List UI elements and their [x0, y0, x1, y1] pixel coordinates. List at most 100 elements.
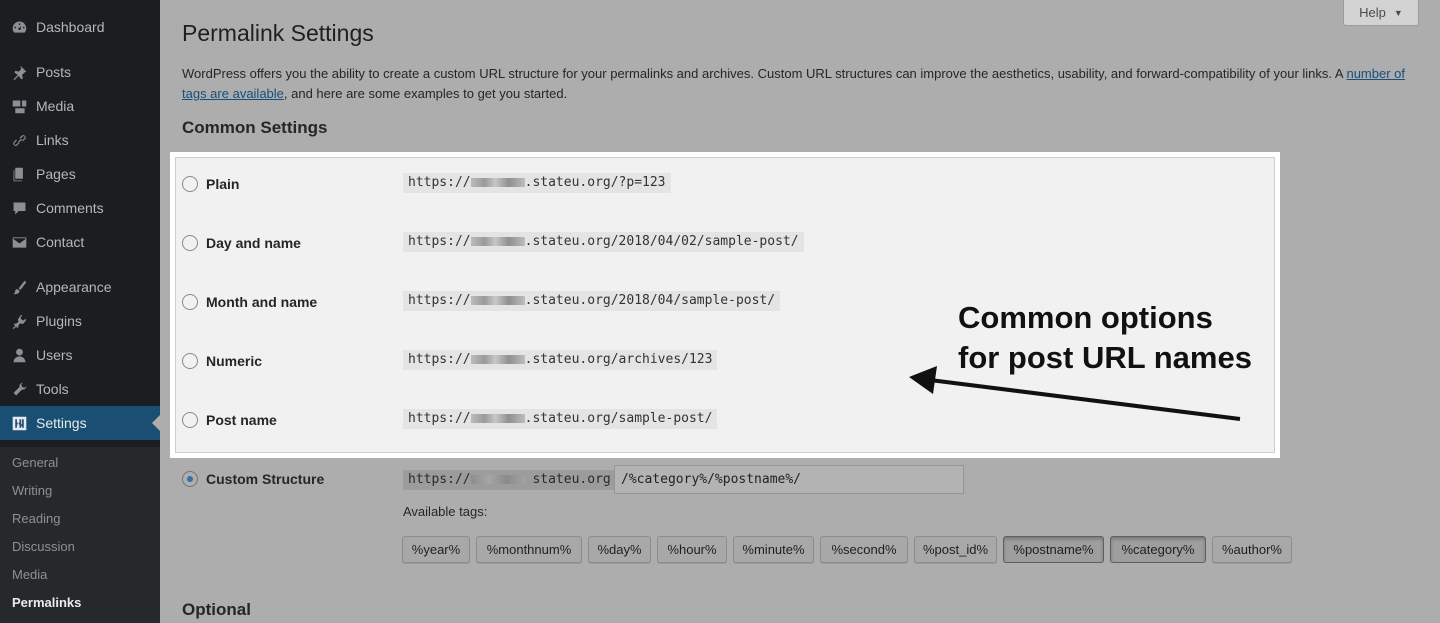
help-button[interactable]: Help ▼: [1343, 0, 1419, 26]
menu-label: Pages: [36, 166, 76, 182]
tag-button-monthnum[interactable]: %monthnum%: [476, 536, 582, 563]
menu-item-contact[interactable]: Contact: [0, 225, 160, 259]
tag-button-year[interactable]: %year%: [402, 536, 470, 563]
settings-icon: [9, 413, 29, 433]
menu-item-comments[interactable]: Comments: [0, 191, 160, 225]
menu-item-pages[interactable]: Pages: [0, 157, 160, 191]
radio-plain[interactable]: [182, 176, 198, 192]
page-icon: [9, 164, 29, 184]
submenu-discussion[interactable]: Discussion: [12, 539, 75, 554]
menu-item-dashboard[interactable]: Dashboard: [0, 10, 160, 44]
option-label-custom-structure: Custom Structure: [206, 471, 325, 487]
optional-heading: Optional: [182, 600, 251, 619]
submenu-writing[interactable]: Writing: [12, 483, 52, 498]
dashboard-icon: [9, 17, 29, 37]
admin-sidebar: Dashboard Posts Media Links Pages Commen…: [0, 0, 160, 623]
annotation-line-2: for post URL names: [958, 340, 1252, 375]
tag-button-post-id[interactable]: %post_id%: [914, 536, 997, 563]
url-prefix: https://: [408, 472, 471, 487]
example-url-day-and-name: https:// .stateu.org/2018/04/02/sample-po…: [403, 232, 804, 252]
custom-url-base: https:// stateu.org: [403, 470, 616, 490]
url-suffix: .stateu.org/?p=123: [524, 175, 666, 190]
menu-label: Posts: [36, 64, 72, 80]
radio-day-and-name[interactable]: [182, 235, 198, 251]
tag-button-hour[interactable]: %hour%: [657, 536, 727, 563]
menu-label: Links: [36, 132, 69, 148]
wrench-icon: [9, 379, 29, 399]
url-prefix: https://: [408, 411, 471, 426]
custom-structure-input[interactable]: /%category%/%postname%/: [614, 465, 964, 494]
url-suffix: .stateu.org/2018/04/sample-post/: [524, 293, 776, 308]
tag-button-second[interactable]: %second%: [820, 536, 908, 563]
menu-label: Tools: [36, 381, 69, 397]
redacted-domain: [470, 414, 525, 423]
url-suffix: .stateu.org/2018/04/02/sample-post/: [524, 234, 799, 249]
option-label-numeric: Numeric: [206, 353, 263, 369]
menu-label: Plugins: [36, 313, 82, 329]
option-label-month-and-name: Month and name: [206, 294, 318, 310]
url-suffix: .stateu.org/sample-post/: [524, 411, 713, 426]
example-url-post-name: https:// .stateu.org/sample-post/: [403, 409, 718, 429]
page-title: Permalink Settings: [182, 20, 374, 46]
intro-text: WordPress offers you the ability to crea…: [182, 64, 1422, 104]
mail-icon: [9, 232, 29, 252]
menu-item-plugins[interactable]: Plugins: [0, 304, 160, 338]
url-prefix: https://: [408, 175, 471, 190]
caret-down-icon: ▼: [1393, 7, 1403, 18]
option-label-day-and-name: Day and name: [206, 235, 301, 251]
settings-submenu: General Writing Reading Discussion Media…: [0, 447, 160, 623]
url-prefix: https://: [408, 234, 471, 249]
tag-button-day[interactable]: %day%: [588, 536, 651, 563]
submenu-media[interactable]: Media: [12, 567, 47, 582]
url-suffix: stateu.org: [532, 472, 611, 487]
common-settings-heading: Common Settings: [182, 118, 328, 137]
intro-after: , and here are some examples to get you …: [283, 86, 568, 101]
example-url-numeric: https:// .stateu.org/archives/123: [403, 350, 718, 370]
redacted-domain: [470, 475, 525, 484]
annotation-line-1: Common options: [958, 300, 1213, 335]
submenu-permalinks[interactable]: Permalinks: [12, 595, 81, 610]
link-icon: [9, 130, 29, 150]
menu-label: Dashboard: [36, 19, 105, 35]
tag-button-minute[interactable]: %minute%: [733, 536, 814, 563]
tag-button-postname[interactable]: %postname%: [1003, 536, 1104, 563]
option-label-post-name: Post name: [206, 412, 277, 428]
plugin-icon: [9, 311, 29, 331]
brush-icon: [9, 277, 29, 297]
menu-item-tools[interactable]: Tools: [0, 372, 160, 406]
tag-button-category[interactable]: %category%: [1110, 536, 1206, 563]
menu-label: Media: [36, 98, 75, 114]
radio-month-and-name[interactable]: [182, 294, 198, 310]
menu-item-appearance[interactable]: Appearance: [0, 270, 160, 304]
submenu-general[interactable]: General: [12, 455, 58, 470]
menu-label: Settings: [36, 415, 87, 431]
menu-label: Contact: [36, 234, 85, 250]
menu-label: Appearance: [36, 279, 112, 295]
menu-item-users[interactable]: Users: [0, 338, 160, 372]
url-suffix: .stateu.org/archives/123: [524, 352, 713, 367]
menu-label: Comments: [36, 200, 104, 216]
redacted-domain: [470, 355, 525, 364]
annotation-callout: Common options for post URL names: [958, 298, 1252, 378]
example-url-plain: https:// .stateu.org/?p=123: [403, 173, 671, 193]
menu-item-links[interactable]: Links: [0, 123, 160, 157]
radio-post-name[interactable]: [182, 412, 198, 428]
submenu-reading[interactable]: Reading: [12, 511, 60, 526]
pin-icon: [9, 62, 29, 82]
radio-numeric[interactable]: [182, 353, 198, 369]
menu-item-posts[interactable]: Posts: [0, 55, 160, 89]
available-tags-label: Available tags:: [403, 504, 488, 519]
example-url-month-and-name: https:// .stateu.org/2018/04/sample-post/: [403, 291, 781, 311]
comment-icon: [9, 198, 29, 218]
media-icon: [9, 96, 29, 116]
redacted-domain: [470, 296, 525, 305]
redacted-domain: [470, 178, 525, 187]
menu-item-settings[interactable]: Settings: [0, 406, 160, 440]
radio-custom-structure[interactable]: [182, 471, 198, 487]
help-label: Help: [1359, 5, 1386, 20]
menu-item-media[interactable]: Media: [0, 89, 160, 123]
user-icon: [9, 345, 29, 365]
redacted-domain: [470, 237, 525, 246]
option-label-plain: Plain: [206, 176, 240, 192]
tag-button-author[interactable]: %author%: [1212, 536, 1292, 563]
